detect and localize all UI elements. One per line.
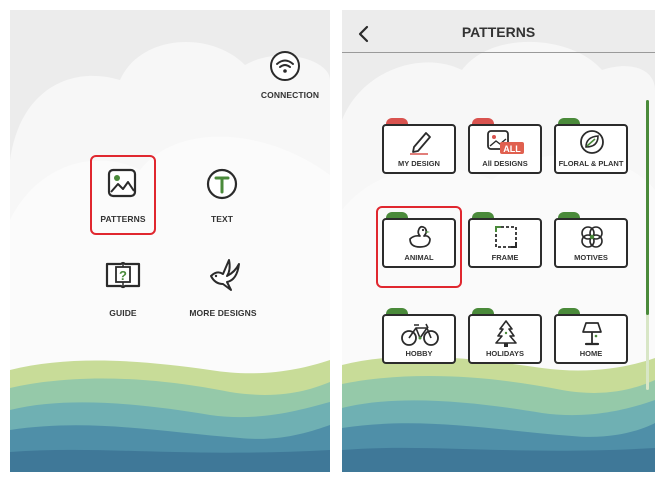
- bird-icon: [210, 259, 240, 291]
- category-label: FLORAL & PLANT: [558, 159, 624, 168]
- category-all-designs[interactable]: ALL All DESIGNS: [468, 124, 542, 174]
- connection-label: CONNECTION: [260, 90, 320, 100]
- lamp-icon: [582, 322, 602, 346]
- patterns-screen: PATTERNS MY DESIGN ALL All DESIGNS FLORA…: [342, 10, 655, 472]
- category-label: ANIMAL: [404, 253, 434, 262]
- category-holidays[interactable]: HOLIDAYS: [468, 314, 542, 364]
- patterns-label: PATTERNS: [100, 214, 146, 224]
- pencil-icon: [410, 132, 431, 155]
- category-label: HOLIDAYS: [485, 349, 525, 358]
- book-question-icon: ?: [105, 261, 141, 289]
- tree-icon: [495, 320, 517, 347]
- leaf-icon: [580, 130, 604, 154]
- home-screen: CONNECTION PATTERNS TEXT ? GUIDE MORE DE…: [10, 10, 330, 472]
- category-motives[interactable]: MOTIVES: [554, 218, 628, 268]
- text-t-icon: [206, 168, 238, 200]
- text-label: TEXT: [210, 214, 234, 224]
- connection-button[interactable]: CONNECTION: [255, 50, 325, 100]
- text-button[interactable]: TEXT: [190, 157, 254, 233]
- header-divider: [342, 52, 655, 53]
- category-label: HOBBY: [405, 349, 433, 358]
- image-all-icon: ALL: [487, 130, 524, 154]
- duck-icon: [409, 225, 431, 248]
- more-designs-label: MORE DESIGNS: [189, 308, 257, 318]
- more-designs-button[interactable]: MORE DESIGNS: [188, 250, 258, 326]
- category-label: All DESIGNS: [482, 159, 528, 168]
- category-home[interactable]: HOME: [554, 314, 628, 364]
- category-label: MOTIVES: [574, 253, 608, 262]
- category-hobby[interactable]: HOBBY: [382, 314, 456, 364]
- category-my-design[interactable]: MY DESIGN: [382, 124, 456, 174]
- guide-button[interactable]: ? GUIDE: [92, 250, 154, 326]
- guide-label: GUIDE: [109, 308, 137, 318]
- category-frame[interactable]: FRAME: [468, 218, 542, 268]
- frame-icon: [495, 226, 517, 248]
- all-badge: ALL: [503, 144, 521, 154]
- patterns-button[interactable]: PATTERNS: [92, 157, 154, 233]
- category-label: MY DESIGN: [398, 159, 440, 168]
- wifi-icon: [270, 51, 300, 81]
- flower-icon: [581, 226, 603, 248]
- category-label: HOME: [579, 349, 603, 358]
- scrollbar-thumb[interactable]: [646, 100, 649, 315]
- svg-text:?: ?: [119, 268, 127, 283]
- page-title: PATTERNS: [461, 24, 536, 40]
- image-icon: [107, 168, 137, 198]
- category-label: FRAME: [491, 253, 519, 262]
- category-animal[interactable]: ANIMAL: [382, 218, 456, 268]
- bicycle-icon: [401, 323, 439, 346]
- category-floral-plant[interactable]: FLORAL & PLANT: [554, 124, 628, 174]
